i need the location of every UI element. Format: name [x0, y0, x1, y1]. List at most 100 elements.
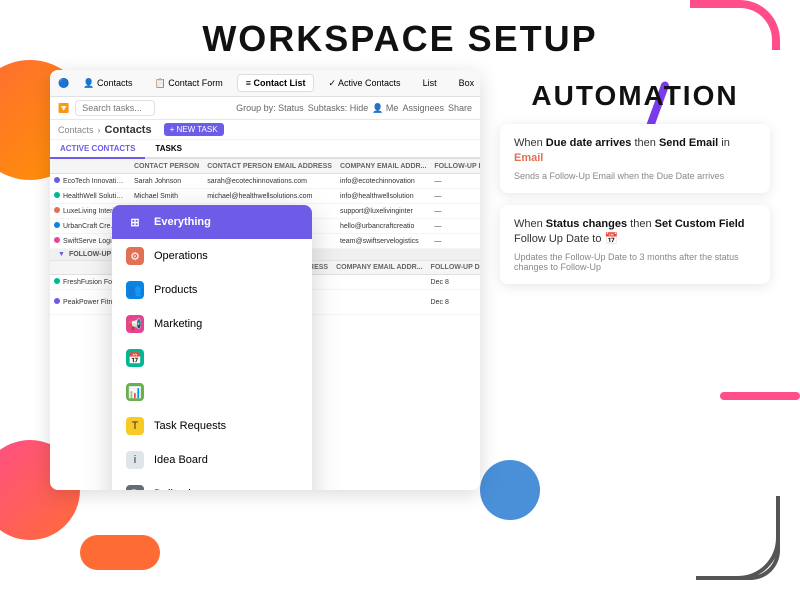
field-label: Follow Up Date: [514, 233, 592, 245]
share-button[interactable]: Share: [448, 103, 472, 114]
company-email: hello@urbancraftcreatio: [336, 219, 430, 234]
automation-card-2-title: When Status changes then Set Custom Fiel…: [514, 217, 756, 248]
dropdown-item-label: Marketing: [154, 318, 202, 330]
dropdown-item-4[interactable]: 📅: [112, 341, 312, 375]
dropdown-item-operations[interactable]: ⚙ Operations: [112, 239, 312, 273]
automation-title: AUTOMATION: [500, 80, 770, 112]
trigger-when: When: [514, 137, 546, 149]
company-email: [332, 275, 426, 290]
follow-up-date: —: [430, 204, 480, 219]
dropdown-item-taskrequests[interactable]: T Task Requests: [112, 409, 312, 443]
crm-tab-activecontacts[interactable]: ✓ Active Contacts: [320, 75, 408, 92]
dropdown-item-label: Products: [154, 284, 197, 296]
crm-toolbar: 🔽 Group by: Status Subtasks: Hide 👤 Me A…: [50, 97, 480, 120]
action-set-custom-field: Set Custom Field: [655, 218, 745, 230]
follow-up-date: —: [430, 189, 480, 204]
follow-up-date: —: [430, 219, 480, 234]
col-contact-person[interactable]: CONTACT PERSON: [130, 159, 203, 174]
dropdown-item-5[interactable]: 📊: [112, 375, 312, 409]
group-by-status[interactable]: Group by: Status: [236, 103, 304, 114]
dropdown-item-everything[interactable]: ⊞ Everything: [112, 205, 312, 239]
table-row: HealthWell Solutions Michael Smith micha…: [50, 189, 480, 204]
company-email: [332, 290, 426, 315]
dropdown-item-marketing[interactable]: 📢 Marketing: [112, 307, 312, 341]
follow-up-date: —: [430, 234, 480, 249]
row-color: [54, 298, 60, 304]
deliveries-icon: D: [126, 485, 144, 490]
contact-email: sarah@ecotechinnovations.com: [203, 174, 336, 189]
dropdown-item-label: Idea Board: [154, 454, 208, 466]
task-icon: T: [126, 417, 144, 435]
trigger-due-date: Due date arrives: [546, 137, 632, 149]
automation-card-1: When Due date arrives then Send Email in…: [500, 124, 770, 193]
crm-tab-box[interactable]: Box: [451, 75, 480, 91]
col-company-email[interactable]: COMPANY EMAIL ADDR...: [332, 261, 426, 275]
search-input[interactable]: [75, 100, 155, 116]
marketing-icon: 📢: [126, 315, 144, 333]
new-task-button[interactable]: + NEW TASK: [164, 123, 224, 136]
products-icon: 👥: [126, 281, 144, 299]
browser-icon: 🔵: [58, 78, 69, 89]
dropdown-item-label: Task Requests: [154, 420, 226, 432]
dropdown-item-deliveries[interactable]: D Deliveries: [112, 477, 312, 490]
follow-up-date: —: [430, 174, 480, 189]
subtab-active-contacts[interactable]: ACTIVE CONTACTS: [50, 140, 145, 159]
check-icon: ✓: [328, 78, 336, 88]
contact-person: Michael Smith: [130, 189, 203, 204]
trigger-when2: When: [514, 218, 546, 230]
assignees-filter[interactable]: Assignees: [402, 103, 444, 114]
dropdown-item-ideaboard[interactable]: i Idea Board: [112, 443, 312, 477]
dropdown-item-label: Deliveries: [154, 488, 202, 490]
crm-tab-list[interactable]: List: [415, 75, 445, 91]
contacts-icon: 👤: [83, 78, 94, 88]
field-icon: 📅: [605, 233, 619, 245]
action-then2: then: [630, 218, 654, 230]
calendar-icon: 📅: [126, 349, 144, 367]
row-color: [54, 278, 60, 284]
crm-tab-contactlist[interactable]: ≡ Contact List: [237, 74, 315, 92]
automation-card-1-title: When Due date arrives then Send Email in…: [514, 136, 756, 167]
col-follow-up[interactable]: FOLLOW-UP DATE: [427, 261, 480, 275]
crm-breadcrumb: Contacts › Contacts + NEW TASK: [50, 120, 480, 140]
col-company-email[interactable]: COMPANY EMAIL ADDR...: [336, 159, 430, 174]
row-color: [54, 222, 60, 228]
trigger-then: then: [634, 137, 658, 149]
filter-icon: 🔽: [58, 103, 69, 114]
idea-icon: i: [126, 451, 144, 469]
row-color: [54, 192, 60, 198]
breadcrumb-current: Contacts: [105, 124, 152, 136]
subtasks-toggle[interactable]: Subtasks: Hide: [308, 103, 369, 114]
breadcrumb-sep: ›: [98, 125, 101, 135]
crm-tab-contactform[interactable]: 📋 Contact Form: [146, 75, 230, 92]
contact-email: michael@healthwellsolutions.com: [203, 189, 336, 204]
breadcrumb-parent: Contacts: [58, 125, 94, 135]
company-email: info@ecotechinnovation: [336, 174, 430, 189]
automation-card-2: When Status changes then Set Custom Fiel…: [500, 205, 770, 284]
crm-panel: 🔵 👤 Contacts 📋 Contact Form ≡ Contact Li…: [50, 70, 480, 490]
table-row: EcoTech Innovations Sarah Johnson sarah@…: [50, 174, 480, 189]
everything-icon: ⊞: [126, 213, 144, 231]
company-email: support@luxelivinginter: [336, 204, 430, 219]
crm-tab-contacts[interactable]: 👤 Contacts: [75, 75, 140, 92]
company-email: info@healthwellsolution: [336, 189, 430, 204]
automation-card-1-desc: Sends a Follow-Up Email when the Due Dat…: [514, 171, 756, 181]
operations-icon: ⚙: [126, 247, 144, 265]
dropdown-menu: ⊞ Everything ⚙ Operations 👥 Products 📢 M…: [112, 205, 312, 490]
subtab-tasks[interactable]: TASKS: [145, 140, 192, 159]
automation-card-2-desc: Updates the Follow-Up Date to 3 months a…: [514, 252, 756, 272]
crm-subtabs: ACTIVE CONTACTS TASKS: [50, 140, 480, 159]
action-email-target: Email: [514, 152, 543, 164]
page-title: WORKSPACE SETUP: [0, 0, 800, 60]
chart-icon: 📊: [126, 383, 144, 401]
main-content: 🔵 👤 Contacts 📋 Contact Form ≡ Contact Li…: [0, 60, 800, 550]
row-color: [54, 177, 60, 183]
contact-person: Sarah Johnson: [130, 174, 203, 189]
me-filter[interactable]: 👤 Me: [372, 103, 398, 114]
toolbar-options: Group by: Status Subtasks: Hide 👤 Me Ass…: [236, 103, 472, 114]
action-send-email: Send Email: [659, 137, 718, 149]
col-contact-name: [50, 159, 130, 174]
col-email[interactable]: CONTACT PERSON EMAIL ADDRESS: [203, 159, 336, 174]
col-follow-up[interactable]: FOLLOW-UP DATE: [430, 159, 480, 174]
crm-tabbar: 🔵 👤 Contacts 📋 Contact Form ≡ Contact Li…: [50, 70, 480, 97]
dropdown-item-products[interactable]: 👥 Products: [112, 273, 312, 307]
